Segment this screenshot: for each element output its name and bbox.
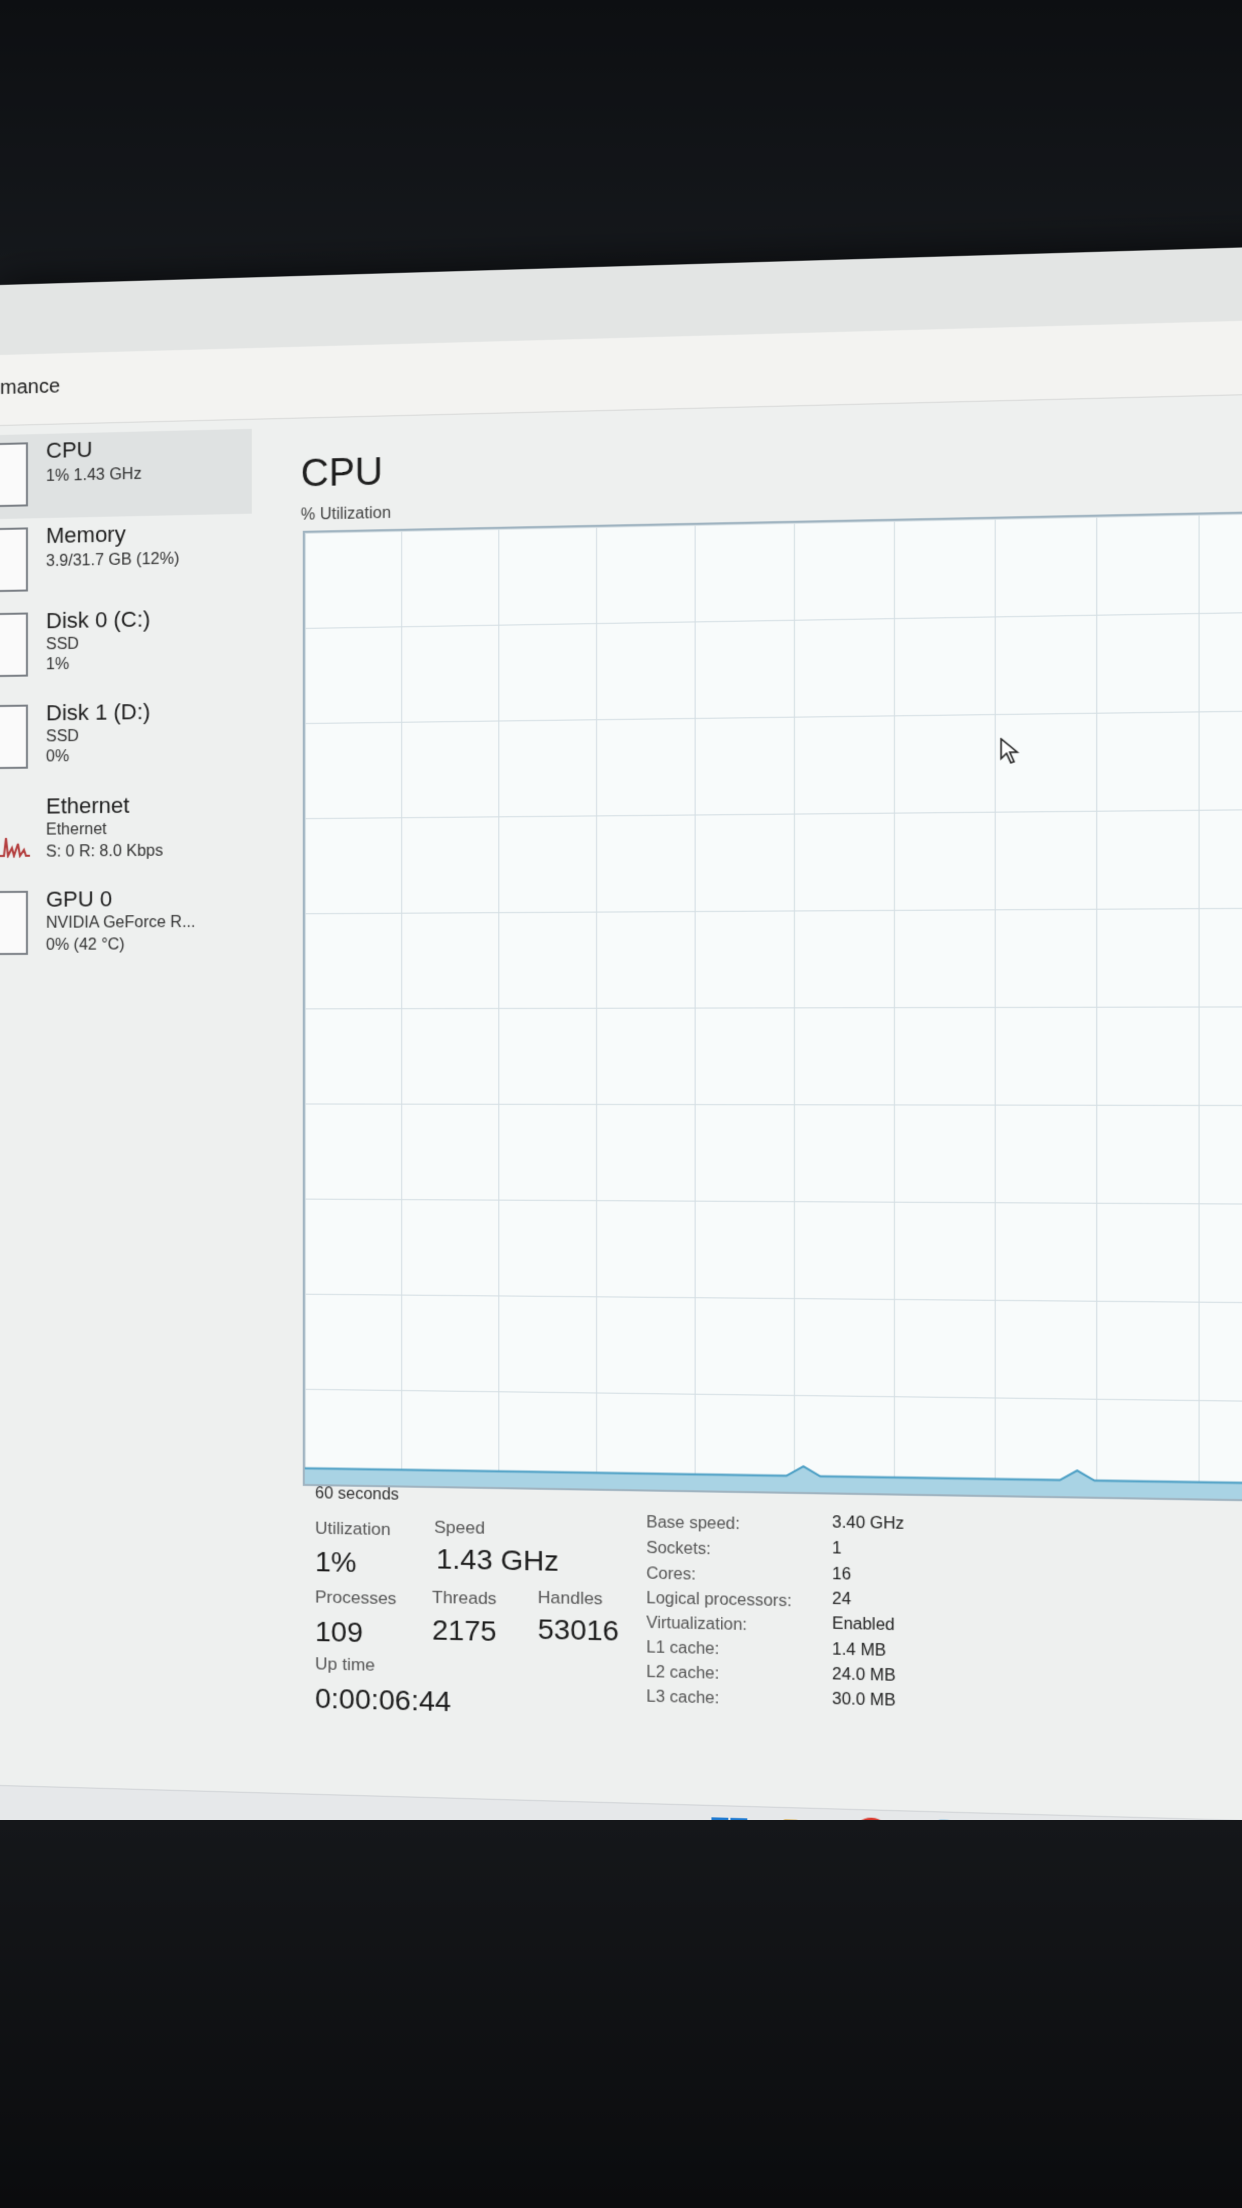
logical-processors-value: 24 xyxy=(832,1590,852,1609)
threads-value: 2175 xyxy=(432,1614,497,1648)
cpu-panel-title: CPU xyxy=(300,451,383,496)
virtualization-value: Enabled xyxy=(832,1615,895,1635)
disk0-thumbnail-graph xyxy=(0,612,28,677)
sidebar-item-label: Disk 0 (C:) xyxy=(45,606,151,634)
uptime-label: Up time xyxy=(315,1654,376,1675)
sockets-value: 1 xyxy=(832,1539,842,1558)
speed-value: 1.43 GHz xyxy=(436,1543,559,1577)
l1-cache-value: 1.4 MB xyxy=(832,1641,887,1660)
ethernet-thumbnail-graph xyxy=(0,837,30,858)
cores-value: 16 xyxy=(832,1565,852,1584)
sidebar-item-label: Memory xyxy=(45,521,126,549)
sidebar-item-cpu[interactable]: CPU 1% 1.43 GHz xyxy=(0,428,252,519)
disk1-thumbnail-graph xyxy=(0,704,28,769)
utilization-value: 1% xyxy=(315,1545,357,1579)
l3-cache-label: L3 cache: xyxy=(646,1688,720,1708)
sidebar-item-detail: NVIDIA GeForce R... xyxy=(45,913,196,932)
cores-label: Cores: xyxy=(646,1565,696,1584)
sidebar-item-disk1[interactable]: Disk 1 (D:) SSD 0% xyxy=(0,693,252,781)
sidebar-item-detail: 0% (42 °C) xyxy=(45,936,125,954)
page-title: mance xyxy=(0,375,61,399)
l2-cache-value: 24.0 MB xyxy=(832,1665,896,1685)
utilization-axis-label: % Utilization xyxy=(300,504,391,524)
sidebar-item-memory[interactable]: Memory 3.9/31.7 GB (12%) xyxy=(0,515,252,604)
sidebar-item-label: CPU xyxy=(45,436,93,463)
sidebar-item-label: Disk 1 (D:) xyxy=(45,698,151,726)
sockets-label: Sockets: xyxy=(646,1539,711,1559)
sidebar-item-detail: SSD xyxy=(45,635,79,654)
l1-cache-label: L1 cache: xyxy=(646,1639,720,1659)
l2-cache-label: L2 cache: xyxy=(646,1663,720,1683)
virtualization-label: Virtualization: xyxy=(646,1614,748,1635)
sidebar-item-disk0[interactable]: Disk 0 (C:) SSD 1% xyxy=(0,601,252,689)
utilization-label: Utilization xyxy=(315,1518,391,1540)
sidebar-item-label: GPU 0 xyxy=(45,886,113,912)
cpu-thumbnail-graph xyxy=(0,442,28,507)
l3-cache-value: 30.0 MB xyxy=(832,1690,896,1710)
speed-label: Speed xyxy=(434,1517,485,1538)
threads-label: Threads xyxy=(432,1587,497,1609)
sidebar-item-label: Ethernet xyxy=(45,792,130,819)
sidebar: CPU 1% 1.43 GHz Memory 3.9/31.7 GB (12%)… xyxy=(0,428,303,1743)
sidebar-item-detail: S: 0 R: 8.0 Kbps xyxy=(45,842,164,861)
sidebar-item-detail: 3.9/31.7 GB (12%) xyxy=(45,550,180,571)
base-speed-label: Base speed: xyxy=(646,1514,740,1534)
base-speed-value: 3.40 GHz xyxy=(832,1514,905,1533)
sidebar-item-detail: Ethernet xyxy=(45,821,107,839)
sidebar-item-detail: 1% xyxy=(45,655,70,674)
sidebar-item-detail: 0% xyxy=(45,748,70,766)
sidebar-item-ethernet[interactable]: Ethernet Ethernet S: 0 R: 8.0 Kbps xyxy=(0,787,252,874)
mouse-pointer-icon xyxy=(1000,738,1022,765)
utilization-area xyxy=(304,1458,1242,1501)
handles-label: Handles xyxy=(537,1587,603,1609)
sidebar-item-detail: SSD xyxy=(45,727,79,746)
sidebar-item-detail: 1% 1.43 GHz xyxy=(45,465,142,485)
time-axis-label: 60 seconds xyxy=(315,1485,399,1504)
sidebar-item-gpu0[interactable]: GPU 0 NVIDIA GeForce R... 0% (42 °C) xyxy=(0,881,252,967)
gpu-thumbnail-graph xyxy=(0,890,28,955)
monitor-bezel-bottom xyxy=(0,1820,1242,2208)
logical-processors-label: Logical processors: xyxy=(646,1589,792,1611)
task-manager-window: mance CPU 1% 1.43 GHz Memory 3.9/31.7 GB… xyxy=(0,245,1242,1886)
processes-value: 109 xyxy=(315,1615,363,1649)
handles-value: 53016 xyxy=(537,1613,619,1647)
uptime-value: 0:00:06:44 xyxy=(315,1682,452,1718)
processes-label: Processes xyxy=(315,1587,397,1609)
utilization-line xyxy=(304,512,1242,1501)
memory-thumbnail-graph xyxy=(0,527,28,592)
cpu-utilization-graph xyxy=(302,510,1242,1503)
